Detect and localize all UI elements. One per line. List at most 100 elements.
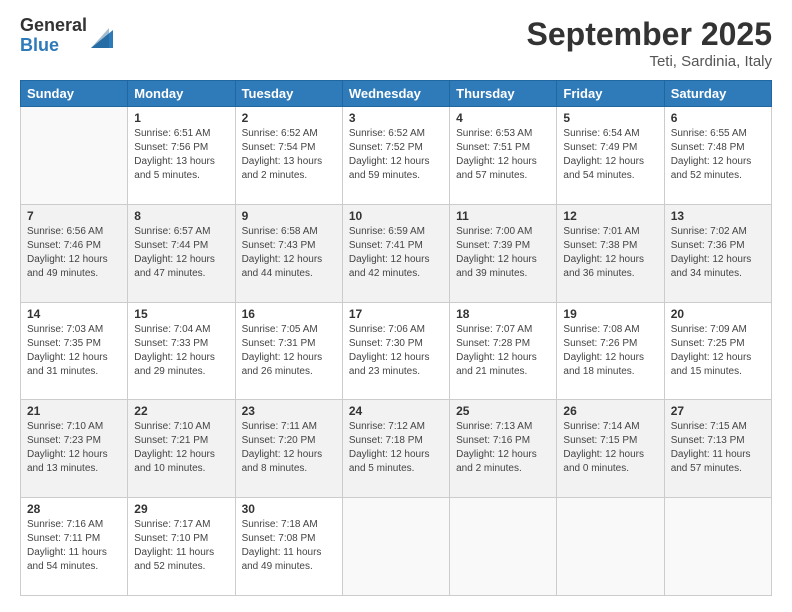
day-number: 27 (671, 404, 765, 418)
day-info: Sunrise: 6:52 AMSunset: 7:52 PMDaylight:… (349, 127, 443, 183)
calendar-cell: 7 Sunrise: 6:56 AMSunset: 7:46 PMDaylight… (21, 204, 128, 302)
calendar-cell: 28 Sunrise: 7:16 AMSunset: 7:11 PMDayligh… (21, 498, 128, 596)
logo-blue-text: Blue (20, 36, 87, 56)
calendar-cell: 13 Sunrise: 7:02 AMSunset: 7:36 PMDayligh… (664, 204, 771, 302)
day-number: 29 (134, 502, 228, 516)
day-info: Sunrise: 7:10 AMSunset: 7:21 PMDaylight:… (134, 420, 228, 476)
title-block: September 2025 Teti, Sardinia, Italy (527, 16, 772, 70)
day-number: 8 (134, 209, 228, 223)
main-title: September 2025 (527, 16, 772, 53)
day-info: Sunrise: 7:13 AMSunset: 7:16 PMDaylight:… (456, 420, 550, 476)
calendar-cell: 15Sunrise: 7:04 AMSunset: 7:33 PMDayligh… (128, 302, 235, 400)
calendar-cell: 29 Sunrise: 7:17 AMSunset: 7:10 PMDayligh… (128, 498, 235, 596)
day-info: Sunrise: 7:00 AMSunset: 7:39 PMDaylight:… (456, 225, 550, 281)
day-number: 1 (134, 111, 228, 125)
calendar-cell: 21 Sunrise: 7:10 AMSunset: 7:23 PMDayligh… (21, 400, 128, 498)
day-number: 13 (671, 209, 765, 223)
weekday-header-monday: Monday (128, 81, 235, 107)
day-info: Sunrise: 7:10 AMSunset: 7:23 PMDaylight:… (27, 420, 121, 476)
weekday-header-thursday: Thursday (450, 81, 557, 107)
calendar-cell: 2 Sunrise: 6:52 AMSunset: 7:54 PMDaylight… (235, 107, 342, 205)
day-number: 17 (349, 307, 443, 321)
calendar-cell: 8Sunrise: 6:57 AMSunset: 7:44 PMDaylight… (128, 204, 235, 302)
logo-general-text: General (20, 16, 87, 36)
calendar-cell (450, 498, 557, 596)
calendar-cell: 1 Sunrise: 6:51 AMSunset: 7:56 PMDaylight… (128, 107, 235, 205)
calendar-cell: 19 Sunrise: 7:08 AMSunset: 7:26 PMDayligh… (557, 302, 664, 400)
calendar-cell: 24 Sunrise: 7:12 AMSunset: 7:18 PMDayligh… (342, 400, 449, 498)
day-info: Sunrise: 6:59 AMSunset: 7:41 PMDaylight:… (349, 225, 443, 281)
day-info: Sunrise: 7:07 AMSunset: 7:28 PMDaylight:… (456, 323, 550, 379)
day-info: Sunrise: 7:04 AMSunset: 7:33 PMDaylight:… (134, 323, 228, 379)
day-number: 20 (671, 307, 765, 321)
weekday-header-row: SundayMondayTuesdayWednesdayThursdayFrid… (21, 81, 772, 107)
day-info: Sunrise: 7:06 AMSunset: 7:30 PMDaylight:… (349, 323, 443, 379)
weekday-header-sunday: Sunday (21, 81, 128, 107)
day-number: 5 (563, 111, 657, 125)
day-number: 23 (242, 404, 336, 418)
calendar-cell: 11 Sunrise: 7:00 AMSunset: 7:39 PMDayligh… (450, 204, 557, 302)
weekday-header-saturday: Saturday (664, 81, 771, 107)
day-info: Sunrise: 6:58 AMSunset: 7:43 PMDaylight:… (242, 225, 336, 281)
day-number: 25 (456, 404, 550, 418)
weekday-header-tuesday: Tuesday (235, 81, 342, 107)
day-number: 9 (242, 209, 336, 223)
calendar-cell: 25 Sunrise: 7:13 AMSunset: 7:16 PMDayligh… (450, 400, 557, 498)
day-info: Sunrise: 7:11 AMSunset: 7:20 PMDaylight:… (242, 420, 336, 476)
day-number: 30 (242, 502, 336, 516)
calendar-week-row: 14 Sunrise: 7:03 AMSunset: 7:35 PMDayligh… (21, 302, 772, 400)
calendar-week-row: 7 Sunrise: 6:56 AMSunset: 7:46 PMDaylight… (21, 204, 772, 302)
calendar-cell: 6Sunrise: 6:55 AMSunset: 7:48 PMDaylight… (664, 107, 771, 205)
day-info: Sunrise: 7:03 AMSunset: 7:35 PMDaylight:… (27, 323, 121, 379)
page: General Blue September 2025 Teti, Sardin… (0, 0, 792, 612)
day-number: 28 (27, 502, 121, 516)
day-info: Sunrise: 6:52 AMSunset: 7:54 PMDaylight:… (242, 127, 336, 183)
logo: General Blue (20, 16, 113, 56)
calendar-cell: 30 Sunrise: 7:18 AMSunset: 7:08 PMDayligh… (235, 498, 342, 596)
calendar-cell: 12Sunrise: 7:01 AMSunset: 7:38 PMDayligh… (557, 204, 664, 302)
day-info: Sunrise: 7:09 AMSunset: 7:25 PMDaylight:… (671, 323, 765, 379)
day-number: 2 (242, 111, 336, 125)
calendar-cell: 5 Sunrise: 6:54 AMSunset: 7:49 PMDaylight… (557, 107, 664, 205)
day-info: Sunrise: 7:12 AMSunset: 7:18 PMDaylight:… (349, 420, 443, 476)
day-info: Sunrise: 7:02 AMSunset: 7:36 PMDaylight:… (671, 225, 765, 281)
day-info: Sunrise: 7:15 AMSunset: 7:13 PMDaylight:… (671, 420, 765, 476)
day-number: 22 (134, 404, 228, 418)
day-number: 6 (671, 111, 765, 125)
day-number: 19 (563, 307, 657, 321)
calendar-cell: 20 Sunrise: 7:09 AMSunset: 7:25 PMDayligh… (664, 302, 771, 400)
day-number: 7 (27, 209, 121, 223)
calendar-cell (557, 498, 664, 596)
calendar-table: SundayMondayTuesdayWednesdayThursdayFrid… (20, 80, 772, 596)
day-number: 21 (27, 404, 121, 418)
day-number: 24 (349, 404, 443, 418)
day-info: Sunrise: 6:54 AMSunset: 7:49 PMDaylight:… (563, 127, 657, 183)
day-number: 11 (456, 209, 550, 223)
day-info: Sunrise: 7:18 AMSunset: 7:08 PMDaylight:… (242, 518, 336, 574)
day-number: 26 (563, 404, 657, 418)
calendar-cell (664, 498, 771, 596)
day-number: 10 (349, 209, 443, 223)
calendar-cell: 17 Sunrise: 7:06 AMSunset: 7:30 PMDayligh… (342, 302, 449, 400)
calendar-cell: 18Sunrise: 7:07 AMSunset: 7:28 PMDayligh… (450, 302, 557, 400)
calendar-cell: 22 Sunrise: 7:10 AMSunset: 7:21 PMDayligh… (128, 400, 235, 498)
day-info: Sunrise: 6:56 AMSunset: 7:46 PMDaylight:… (27, 225, 121, 281)
calendar-cell: 27 Sunrise: 7:15 AMSunset: 7:13 PMDayligh… (664, 400, 771, 498)
calendar-week-row: 28 Sunrise: 7:16 AMSunset: 7:11 PMDayligh… (21, 498, 772, 596)
header: General Blue September 2025 Teti, Sardin… (20, 16, 772, 70)
day-info: Sunrise: 7:01 AMSunset: 7:38 PMDaylight:… (563, 225, 657, 281)
calendar-cell: 23 Sunrise: 7:11 AMSunset: 7:20 PMDayligh… (235, 400, 342, 498)
day-number: 4 (456, 111, 550, 125)
day-number: 14 (27, 307, 121, 321)
calendar-week-row: 21 Sunrise: 7:10 AMSunset: 7:23 PMDayligh… (21, 400, 772, 498)
logo-icon (91, 20, 113, 53)
subtitle: Teti, Sardinia, Italy (527, 53, 772, 70)
day-info: Sunrise: 7:16 AMSunset: 7:11 PMDaylight:… (27, 518, 121, 574)
weekday-header-wednesday: Wednesday (342, 81, 449, 107)
day-info: Sunrise: 7:08 AMSunset: 7:26 PMDaylight:… (563, 323, 657, 379)
day-number: 3 (349, 111, 443, 125)
day-info: Sunrise: 6:51 AMSunset: 7:56 PMDaylight:… (134, 127, 228, 183)
calendar-cell: 10 Sunrise: 6:59 AMSunset: 7:41 PMDayligh… (342, 204, 449, 302)
day-info: Sunrise: 7:17 AMSunset: 7:10 PMDaylight:… (134, 518, 228, 574)
weekday-header-friday: Friday (557, 81, 664, 107)
